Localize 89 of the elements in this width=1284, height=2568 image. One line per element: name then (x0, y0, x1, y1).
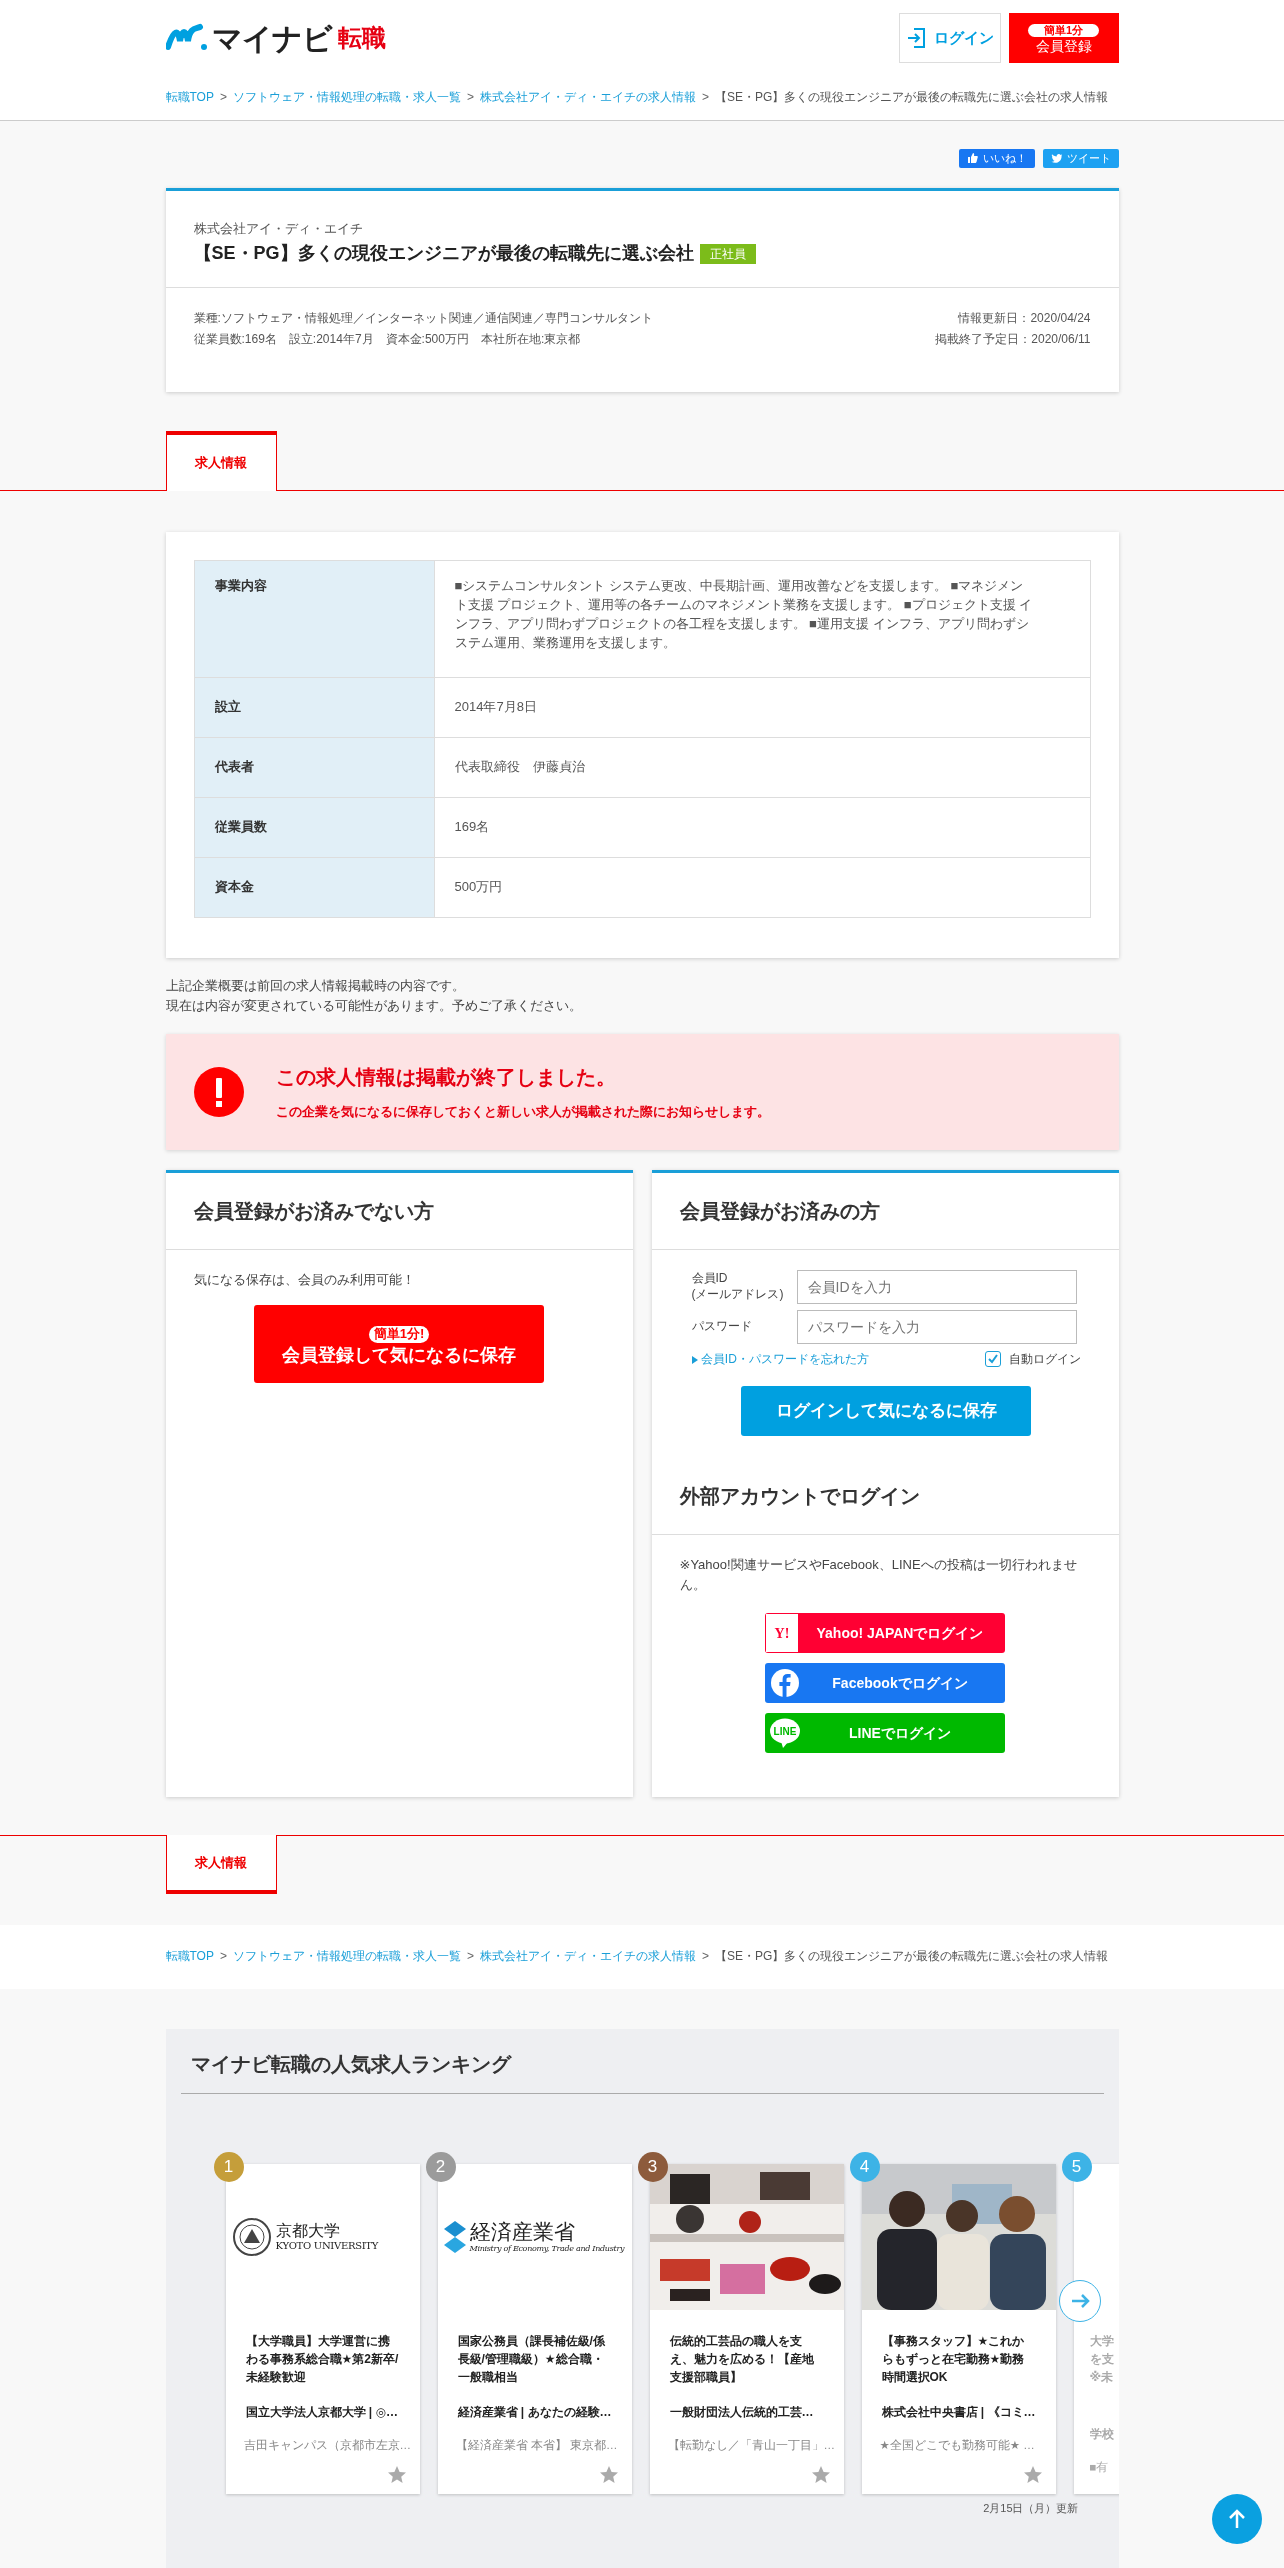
separator-text: > (219, 90, 227, 104)
social-login-button[interactable]: Y! Yahoo! JAPANでログイン (765, 1613, 1005, 1654)
company-name: 経済産業省 | あなたの経験… (456, 2403, 613, 2421)
social-login-button[interactable]: LINE LINEでログイン (765, 1713, 1005, 1754)
table-cell: 代表取締役 伊藤貞治 (434, 737, 1090, 798)
updated-text: 2月15日（月）更新 (982, 2500, 1080, 2516)
card-title: 大学を支※未 (1088, 2332, 1115, 2386)
tab[interactable]: 求人情報 (165, 431, 277, 491)
rank-badge: 2 (425, 2151, 456, 2182)
table-cell: 169名 (434, 797, 1090, 858)
table-label: 設立 (194, 677, 434, 738)
breadcrumb-link[interactable]: 株式会社アイ・ディ・エイチの求人情報 (480, 90, 696, 104)
login-save-button[interactable]: ログインして気になるに保存 (741, 1385, 1031, 1436)
forgot-link[interactable]: 会員ID・パスワードを忘れた方 (691, 1349, 869, 1368)
badge: 簡単1分! (368, 1325, 430, 1343)
company-name: 国立大学法人京都大学 | ◎… (244, 2403, 399, 2421)
note-text: 上記企業概要は前回の求人情報掲載時の内容です。 (165, 977, 466, 995)
tab[interactable]: 求人情報 (165, 1834, 277, 1894)
login-button[interactable]: ログイン (898, 13, 1001, 63)
breadcrumb-link[interactable]: 転職TOP (165, 1948, 214, 1963)
tweet-button[interactable]: ツイート (1042, 149, 1119, 168)
logo-accent-text[interactable]: 転職 (337, 20, 386, 56)
location-text: 【経済産業省 本省】 東京都… (454, 2437, 619, 2453)
register-save-button[interactable]: 簡単1分! 会員登録して気になるに保存 (254, 1305, 544, 1384)
breadcrumb-link[interactable]: 株式会社アイ・ディ・エイチの求人情報 (480, 1948, 696, 1963)
note-text: 現在は内容が変更されている可能性があります。予めご了承ください。 (165, 997, 583, 1016)
separator-text: > (466, 90, 474, 104)
company-detail-text: 従業員数:169名 設立:2014年7月 資本金:500万円 本社所在地:東京都 (193, 331, 582, 348)
table-cell: 500万円 (434, 857, 1090, 918)
separator-text: > (466, 1948, 474, 1963)
input-field[interactable]: 会員IDを入力 (796, 1269, 1077, 1304)
employment-tag: 正社員 (699, 243, 756, 264)
breadcrumb-link[interactable]: 転職TOP (165, 90, 214, 104)
table-label: 従業員数 (194, 797, 434, 858)
field-label: パスワード (691, 1319, 753, 1335)
current-page-text: 【SE・PG】多くの現役エンジニアが最後の転職先に選ぶ会社の求人情報 (715, 1948, 1109, 1963)
checkbox-label: 自動ログイン (1008, 1350, 1081, 1368)
rank-badge: 1 (213, 2151, 244, 2182)
location-text: 【転勤なし／「青山一丁目」… (666, 2437, 836, 2454)
rank-badge: 3 (637, 2151, 668, 2182)
input-field[interactable]: パスワードを入力 (796, 1309, 1077, 1344)
info-text: 気になる保存は、会員のみ利用可能！ (193, 1270, 416, 1289)
separator-text: > (702, 90, 709, 104)
logo-text: 京都大学 (275, 2221, 341, 2241)
table-label: 事業内容 (194, 560, 434, 678)
table-label: 代表者 (194, 737, 434, 798)
current-page-text: 【SE・PG】多くの現役エンジニアが最後の転職先に選ぶ会社の求人情報 (715, 90, 1109, 104)
job-title: 【SE・PG】多くの現役エンジニアが最後の転職先に選ぶ会社 (193, 242, 694, 265)
company-name: 株式会社アイ・ディ・エイチ (193, 219, 364, 238)
card-title: 【事務スタッフ】★これからもずっと在宅勤務★勤務時間選択OK (880, 2332, 1026, 2386)
social-login-button[interactable]: Facebookでログイン (765, 1663, 1005, 1704)
alert-message: この企業を気になるに保存しておくと新しい求人が掲載された際にお知らせします。 (275, 1103, 770, 1122)
logo-subtext: Ministry of Economy, Trade and Industry (469, 2244, 625, 2254)
date-text: 情報更新日：2020/04/24 (957, 310, 1091, 327)
field-label: (メールアドレス) (691, 1286, 785, 1303)
field-label: 会員ID (691, 1271, 729, 1287)
table-cell: 2014年7月8日 (434, 677, 1090, 738)
register-button[interactable]: 簡単1分 会員登録 (1008, 13, 1119, 63)
location-text: ★全国どこでも勤務可能★ … (878, 2437, 1036, 2453)
breadcrumb-link[interactable]: ソフトウェア・情報処理の転職・求人一覧 (232, 90, 461, 104)
table-cell: ■システムコンサルタント システム更改、中長期計画、運用改善などを支援します。 ■マネジメント支援 プロジェクト、運用等の各チームのマネジメント業務を支援します。 ■プロジェクト支援 インフラ、アプリ問わずプロジェクトの各工程を支援します。 ■運用支援 インフラ、アプリ問わずシステム運用、業務運用を支援します。 (434, 560, 1090, 678)
company-name: 学校 (1088, 2425, 1115, 2443)
separator-text: > (219, 1948, 227, 1963)
company-name: 一般財団法人伝統的工芸… (668, 2403, 815, 2421)
breadcrumb-link[interactable]: ソフトウェア・情報処理の転職・求人一覧 (232, 1948, 461, 1963)
logo-text: 経済産業省 (469, 2220, 576, 2245)
location-text: 吉田キャンパス（京都市左京… (242, 2437, 412, 2453)
location-text: ■有 (1088, 2459, 1110, 2475)
card-title: 伝統的工芸品の職人を支え、魅力を広める！【産地支援部職員】 (668, 2332, 815, 2386)
alert-title: この求人情報は掲載が終了しました。 (275, 1065, 617, 1091)
logo-subtext: KYOTO UNIVERSITY (275, 2240, 378, 2252)
section-title: マイナビ転職の人気求人ランキング (180, 2048, 1104, 2094)
rank-badge: 5 (1061, 2151, 1092, 2182)
panel-title: 会員登録がお済みでない方 (165, 1172, 633, 1250)
table-label: 資本金 (194, 857, 434, 918)
company-detail-text: 業種:ソフトウェア・情報処理／インターネット関連／通信関連／専門コンサルタント (193, 310, 653, 327)
logo-text[interactable]: マイナビ (211, 15, 332, 61)
info-text: ※Yahoo!関連サービスやFacebook、LINEへの投稿は一切行われません。 (679, 1555, 1078, 1594)
section-title: 外部アカウントでログイン (651, 1457, 1119, 1535)
rank-badge: 4 (849, 2151, 880, 2182)
card-title: 国家公務員（課長補佐級/係長級/管理職級）★総合職・一般職相当 (456, 2332, 606, 2386)
date-text: 掲載終了予定日：2020/06/11 (935, 331, 1091, 348)
badge: 簡単1分 (1027, 24, 1100, 38)
separator-text: > (702, 1948, 709, 1963)
card-title: 【大学職員】大学運営に携わる事務系総合職★第2新卒/未経験歓迎 (244, 2332, 400, 2386)
like-button[interactable]: いいね！ (958, 149, 1035, 168)
yahoo-logo-icon: Y! (766, 1614, 798, 1653)
panel-title: 会員登録がお済みの方 (651, 1172, 1119, 1250)
company-name: 株式会社中央書店 | 《コミ… (880, 2403, 1037, 2421)
